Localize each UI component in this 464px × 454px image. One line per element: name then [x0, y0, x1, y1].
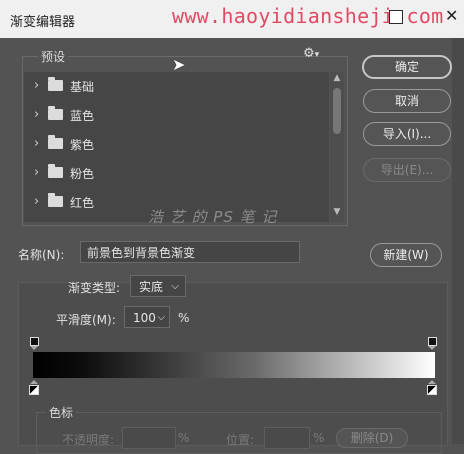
stop-arrow [30, 380, 38, 384]
chevron-right-icon[interactable]: › [34, 194, 39, 209]
new-button[interactable]: 新建(W) [370, 243, 442, 267]
opacity-stop-left[interactable] [30, 337, 39, 346]
preset-label: 蓝色 [70, 109, 95, 123]
chevron-right-icon[interactable]: › [34, 78, 39, 93]
cancel-button[interactable]: 取消 [363, 89, 451, 113]
gradient-preview-bar[interactable] [33, 352, 435, 378]
cursor-icon: ➤ [172, 55, 186, 74]
opacity-percent: % [178, 431, 190, 445]
opacity-label: 不透明度: [62, 433, 115, 447]
chevron-right-icon[interactable]: › [34, 136, 39, 151]
presets-list: › 基础 › 蓝色 › 紫色 › 粉色 › 红色 [24, 72, 329, 222]
stop-arrow [30, 346, 38, 350]
ok-button[interactable]: 确定 [362, 55, 452, 79]
preset-label: 红色 [70, 196, 95, 210]
preset-label: 粉色 [70, 167, 95, 181]
chevron-right-icon[interactable]: › [34, 107, 39, 122]
watermark-brand: 浩 艺 的 PS 笔 记 [148, 208, 278, 226]
preset-folder-pink[interactable]: › 粉色 [24, 159, 324, 187]
smoothness-value: 100 [133, 311, 156, 325]
scroll-thumb[interactable] [333, 88, 341, 134]
opacity-stop-right[interactable] [428, 337, 437, 346]
preset-folder-blue[interactable]: › 蓝色 [24, 101, 324, 129]
close-icon[interactable]: ✕ [445, 8, 458, 24]
smoothness-label: 平滑度(M): [56, 313, 116, 327]
location-percent: % [313, 431, 325, 445]
chevron-down-icon: ⌵ [171, 281, 179, 292]
preset-label: 基础 [70, 80, 95, 94]
gear-icon[interactable]: ⚙▾ [303, 46, 319, 61]
maximize-button[interactable] [389, 10, 403, 24]
chevron-right-icon[interactable]: › [34, 165, 39, 180]
name-label: 名称(N): [18, 248, 65, 262]
window-title: 渐变编辑器 [10, 15, 76, 30]
scroll-up-icon[interactable]: ▲ [331, 73, 343, 83]
smoothness-percent: % [178, 311, 190, 325]
gradient-type-label: 渐变类型: [68, 281, 121, 295]
location-input[interactable] [264, 427, 310, 449]
presets-label: 预设 [38, 48, 69, 65]
preset-folder-basic[interactable]: › 基础 [24, 72, 324, 100]
smoothness-input[interactable]: 100 ⌵ [124, 306, 170, 328]
delete-button[interactable]: 删除(D) [336, 428, 408, 448]
name-input[interactable]: 前景色到背景色渐变 [80, 241, 300, 263]
folder-icon [48, 193, 63, 207]
color-stop-right[interactable] [427, 385, 437, 395]
folder-icon [48, 77, 63, 91]
export-button[interactable]: 导出(E)... [363, 158, 451, 182]
gradient-type-select[interactable]: 实底 ⌵ [130, 275, 186, 297]
preset-label: 紫色 [70, 138, 95, 152]
window-edge [452, 38, 464, 444]
folder-icon [48, 164, 63, 178]
gradient-type-value: 实底 [139, 280, 164, 294]
import-button[interactable]: 导入(I)... [363, 122, 451, 146]
stop-arrow [428, 380, 436, 384]
color-stop-left[interactable] [29, 385, 39, 395]
scroll-down-icon[interactable]: ▼ [331, 207, 343, 217]
chevron-down-icon: ⌵ [157, 312, 165, 323]
opacity-input[interactable] [122, 427, 176, 449]
location-label: 位置: [226, 433, 255, 447]
stop-arrow [428, 346, 436, 350]
preset-folder-purple[interactable]: › 紫色 [24, 130, 324, 158]
folder-icon [48, 135, 63, 149]
stops-label: 色标 [46, 404, 77, 421]
folder-icon [48, 106, 63, 120]
